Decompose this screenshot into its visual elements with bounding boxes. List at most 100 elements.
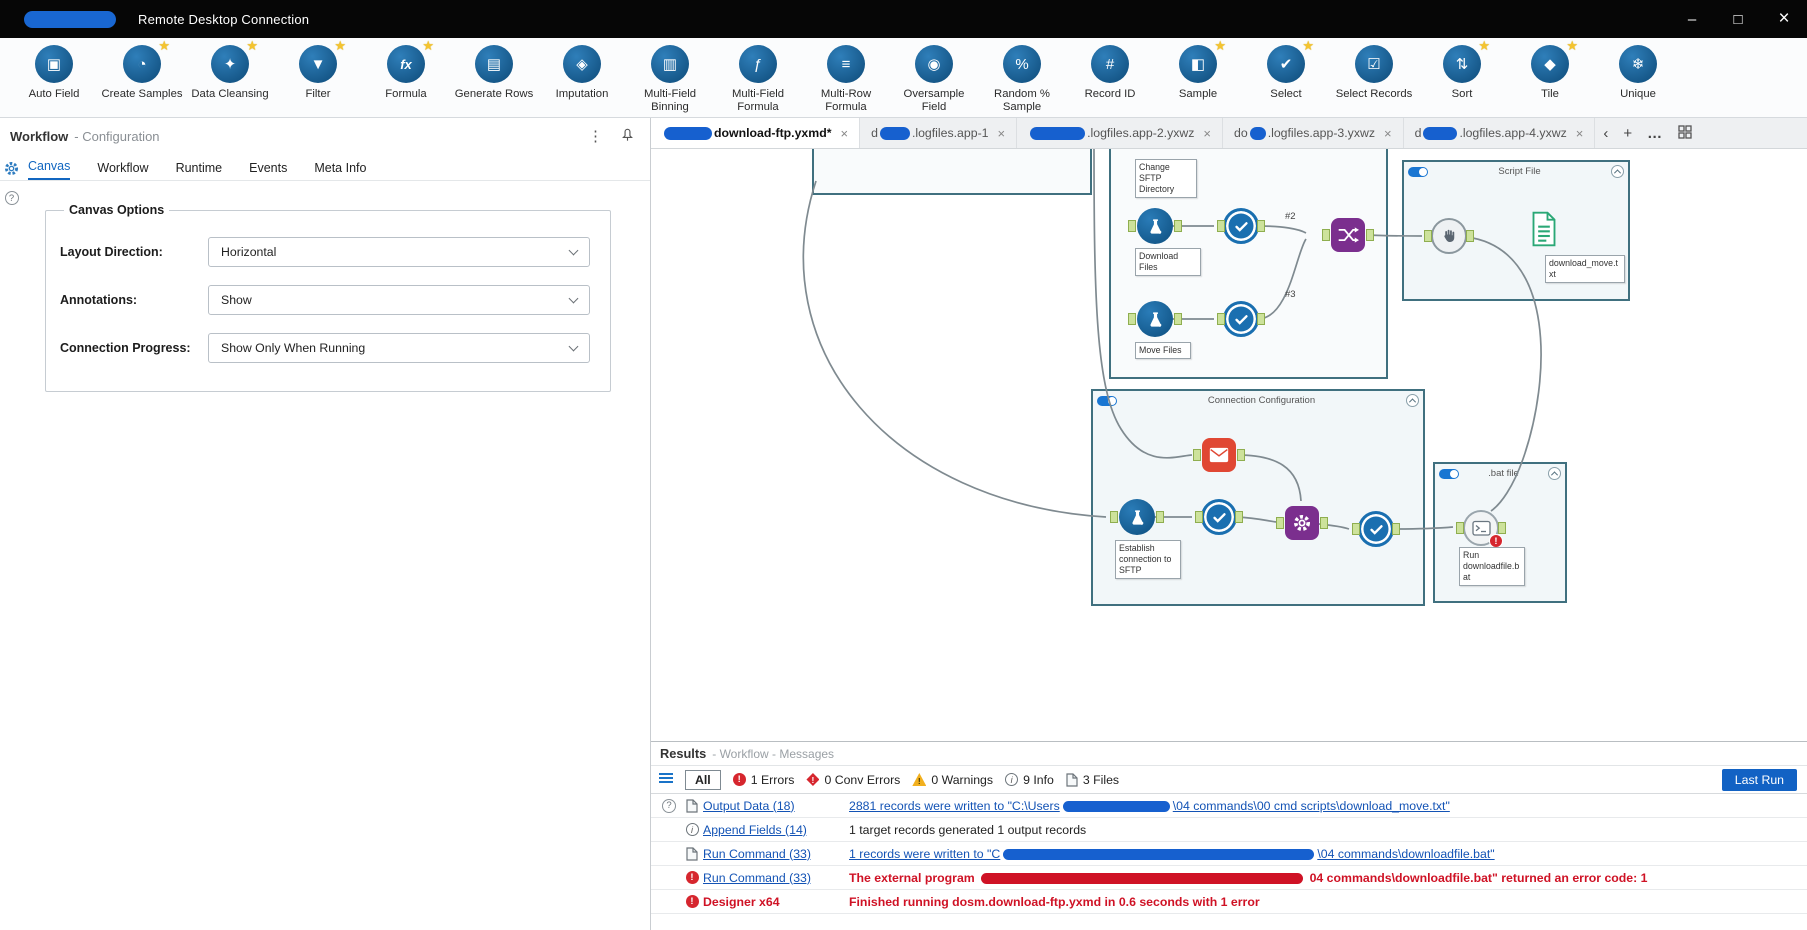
check-tool[interactable]	[1352, 511, 1400, 547]
kebab-menu-icon[interactable]: ⋮	[588, 129, 603, 144]
palette-tool-create-samples[interactable]: ◔ ★ Create Samples	[98, 38, 186, 101]
palette-tool-filter[interactable]: ▼ ★ Filter	[274, 38, 362, 101]
message-source-link[interactable]: Output Data (18)	[703, 799, 795, 813]
palette-tool-tile[interactable]: ◆ ★ Tile	[1506, 38, 1594, 101]
close-tab-icon[interactable]: ×	[1203, 126, 1211, 141]
last-run-button[interactable]: Last Run	[1721, 768, 1797, 791]
annotation-download-move-txt[interactable]: download_move.txt	[1545, 255, 1625, 283]
filter-conv-errors[interactable]: ! 0 Conv Errors	[806, 773, 900, 787]
container-toggle[interactable]	[1097, 395, 1117, 406]
palette-tool-sort[interactable]: ⇅ ★ Sort	[1418, 38, 1506, 101]
annotation-establish-connection[interactable]: Establish connection to SFTP	[1115, 540, 1181, 579]
collapse-container-icon[interactable]	[1406, 394, 1419, 407]
collapse-container-icon[interactable]	[1548, 467, 1561, 480]
annotation-run-bat[interactable]: Run downloadfile.bat	[1459, 547, 1525, 586]
filter-all[interactable]: All	[685, 769, 721, 790]
workflow-canvas[interactable]: Script File Connection Configuration .ba…	[651, 149, 1807, 741]
palette-tool-random-sample[interactable]: % Random % Sample	[978, 45, 1066, 114]
palette-tool-record-id[interactable]: # Record ID	[1066, 45, 1154, 101]
check-tool[interactable]	[1217, 208, 1265, 244]
palette-tool-imputation[interactable]: ◈ Imputation	[538, 45, 626, 101]
establish-connection-tool[interactable]	[1110, 499, 1164, 535]
annotations-select[interactable]: Show	[208, 285, 590, 315]
collapse-container-icon[interactable]	[1611, 165, 1624, 178]
results-messages: ? Output Data (18) 2881 records were wri…	[651, 794, 1807, 930]
tab-meta-info[interactable]: Meta Info	[314, 161, 366, 180]
palette-tool-select-records[interactable]: ☑ Select Records	[1330, 45, 1418, 101]
annotation-download-files[interactable]: Download Files	[1135, 248, 1201, 276]
close-button[interactable]: ×	[1761, 0, 1807, 38]
palette-tool-data-cleansing[interactable]: ✦ ★ Data Cleansing	[186, 38, 274, 101]
close-tab-icon[interactable]: ×	[1384, 126, 1392, 141]
palette-tool-auto-field[interactable]: ▣ Auto Field	[10, 45, 98, 101]
palette-tool-multi-row-formula[interactable]: ≡ Multi-Row Formula	[802, 45, 890, 114]
message-row[interactable]: ! Run Command (33) The external program …	[651, 866, 1807, 890]
check-tool[interactable]	[1217, 301, 1265, 337]
palette-tool-formula[interactable]: fx ★ Formula	[362, 38, 450, 101]
container-toggle[interactable]	[1408, 166, 1428, 177]
run-bat-command-tool[interactable]: !	[1456, 510, 1506, 548]
help-icon[interactable]: ?	[4, 191, 19, 205]
tab-workflow[interactable]: Workflow	[97, 161, 148, 180]
union-tool[interactable]	[1322, 218, 1374, 252]
tab-events[interactable]: Events	[249, 161, 287, 180]
filter-warnings[interactable]: ! 0 Warnings	[912, 773, 993, 787]
palette-tool-select[interactable]: ✔ ★ Select	[1242, 38, 1330, 101]
layout-direction-select[interactable]: Horizontal	[208, 237, 590, 267]
pin-icon[interactable]	[621, 128, 634, 145]
email-tool[interactable]	[1193, 438, 1245, 472]
close-tab-icon[interactable]: ×	[1576, 126, 1584, 141]
message-row[interactable]: Run Command (33) 1 records were written …	[651, 842, 1807, 866]
workflow-tab-logfiles-app-2[interactable]: .logfiles.app-2.yxwz ×	[1017, 118, 1223, 148]
palette-tool-oversample-field[interactable]: ◉ Oversample Field	[890, 45, 978, 114]
annotation-change-sftp[interactable]: Change SFTP Directory	[1135, 159, 1197, 198]
configuration-panel: Workflow - Configuration ⋮ ? Canvas Work…	[0, 118, 651, 930]
settings-gear-icon[interactable]	[3, 160, 20, 182]
message-row[interactable]: i Append Fields (14) 1 target records ge…	[651, 818, 1807, 842]
palette-tool-unique[interactable]: ❄ Unique	[1594, 45, 1682, 101]
workflow-tab-download-ftp[interactable]: download-ftp.yxmd* ×	[651, 118, 861, 148]
favorite-star-icon: ★	[422, 38, 434, 53]
workflow-tab-logfiles-app-1[interactable]: d .logfiles.app-1 ×	[860, 118, 1018, 148]
connection-progress-select[interactable]: Show Only When Running	[208, 333, 590, 363]
message-source-link[interactable]: Append Fields (14)	[703, 823, 807, 837]
download-files-tool[interactable]	[1128, 208, 1182, 244]
new-workflow-button[interactable]: +	[1623, 125, 1632, 142]
more-tabs-button[interactable]: …	[1647, 125, 1663, 142]
message-row[interactable]: ! Designer x64 Finished running dosm.dow…	[651, 890, 1807, 914]
tab-canvas[interactable]: Canvas	[28, 159, 71, 180]
minimize-button[interactable]: –	[1669, 0, 1715, 38]
tab-overview-icon[interactable]	[1678, 124, 1692, 142]
palette-tool-multi-field-formula[interactable]: ƒ Multi-Field Formula	[714, 45, 802, 114]
tool-container-partial[interactable]	[812, 149, 1092, 195]
tab-runtime[interactable]: Runtime	[176, 161, 223, 180]
palette-tool-multi-field-binning[interactable]: ▥ Multi-Field Binning	[626, 45, 714, 114]
redaction-blob	[664, 126, 712, 140]
filter-errors[interactable]: ! 1 Errors	[732, 773, 794, 787]
message-row[interactable]: ? Output Data (18) 2881 records were wri…	[651, 794, 1807, 818]
filter-files[interactable]: 3 Files	[1066, 773, 1119, 787]
container-toggle[interactable]	[1439, 468, 1459, 479]
check-tool[interactable]	[1195, 499, 1243, 535]
text-file-tool[interactable]	[1530, 211, 1558, 247]
messages-list-icon[interactable]	[659, 772, 673, 787]
workflow-tab-logfiles-app-4[interactable]: d .logfiles.app-4.yxwz ×	[1404, 118, 1596, 148]
message-file-link[interactable]: 2881 records were written to "C:\Users \0…	[849, 799, 1450, 813]
move-files-tool[interactable]	[1128, 301, 1182, 337]
message-source-link[interactable]: Run Command (33)	[703, 847, 811, 861]
run-command-tool[interactable]	[1276, 506, 1328, 540]
tab-overflow-icon[interactable]: ‹	[1603, 125, 1608, 142]
message-source-link[interactable]: Run Command (33)	[703, 871, 811, 885]
workflow-tab-logfiles-app-3[interactable]: do .logfiles.app-3.yxwz ×	[1223, 118, 1404, 148]
close-tab-icon[interactable]: ×	[998, 126, 1006, 141]
close-tab-icon[interactable]: ×	[841, 126, 849, 141]
help-icon[interactable]: ?	[662, 798, 676, 813]
block-until-done-tool[interactable]	[1424, 218, 1474, 254]
palette-tool-sample[interactable]: ◧ ★ Sample	[1154, 38, 1242, 101]
filter-info[interactable]: i9 Info	[1005, 773, 1054, 787]
palette-tool-generate-rows[interactable]: ▤ Generate Rows	[450, 45, 538, 101]
annotation-move-files[interactable]: Move Files	[1135, 342, 1191, 359]
message-file-link[interactable]: 1 records were written to "C \04 commands…	[849, 847, 1495, 861]
maximize-button[interactable]: □	[1715, 0, 1761, 38]
window-title: Remote Desktop Connection	[138, 11, 310, 27]
